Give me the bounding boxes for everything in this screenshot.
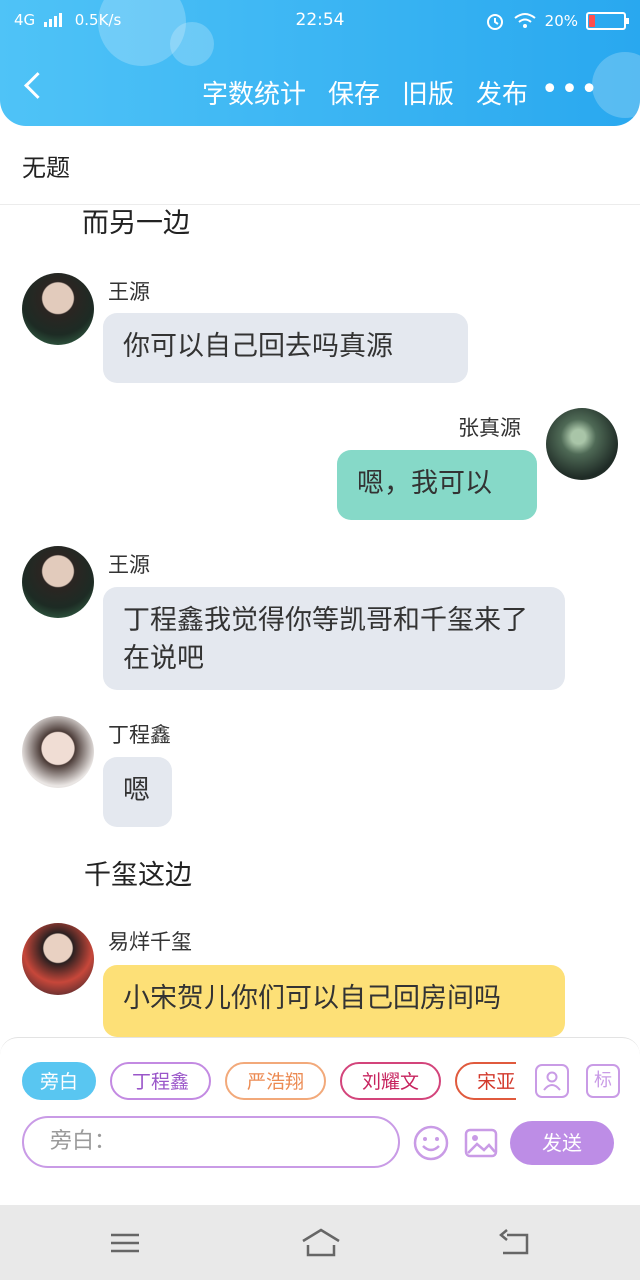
back-nav-icon[interactable]: [497, 1227, 533, 1259]
avatar[interactable]: [22, 716, 94, 788]
home-icon[interactable]: [300, 1227, 342, 1259]
app-header: 4G 0.5K/s 22:54 20% 字数统计 保存 旧版 发布 •••: [0, 0, 640, 126]
sender-name: 王源: [108, 553, 150, 577]
word-count-button[interactable]: 字数统计: [202, 74, 306, 111]
tag-icon[interactable]: 标: [586, 1064, 620, 1098]
header-nav: 字数统计 保存 旧版 发布: [202, 74, 528, 111]
avatar[interactable]: [22, 923, 94, 995]
emoji-icon[interactable]: [412, 1124, 450, 1162]
message-bubble[interactable]: 小宋贺儿你们可以自己回房间吗: [103, 965, 565, 1037]
avatar[interactable]: [22, 546, 94, 618]
status-right: 20%: [485, 11, 629, 31]
status-bar: 4G 0.5K/s 22:54 20%: [0, 8, 640, 36]
send-button[interactable]: 发送: [510, 1121, 614, 1165]
wifi-icon: [514, 13, 536, 28]
alarm-icon: [486, 14, 503, 30]
message-bubble[interactable]: 丁程鑫我觉得你等凯哥和千玺来了在说吧: [103, 587, 565, 690]
sender-name: 王源: [108, 280, 150, 304]
role-chips: 旁白 丁程鑫 严浩翔 刘耀文 宋亚: [22, 1062, 516, 1100]
message-bubble[interactable]: 嗯，我可以: [337, 450, 537, 520]
message-bubble[interactable]: 你可以自己回去吗真源: [103, 313, 468, 383]
message-input[interactable]: 旁白：: [22, 1116, 400, 1168]
role-chip-narrator[interactable]: 旁白: [22, 1062, 97, 1100]
role-chip[interactable]: 严浩翔: [225, 1062, 327, 1100]
role-manage-icon[interactable]: [535, 1064, 569, 1098]
image-icon[interactable]: [464, 1126, 498, 1160]
role-chip[interactable]: 丁程鑫: [110, 1062, 212, 1100]
more-options-icon[interactable]: •••: [541, 72, 600, 107]
battery-icon: [586, 12, 629, 30]
system-nav-bar: [0, 1205, 640, 1280]
save-button[interactable]: 保存: [328, 74, 380, 111]
sender-name: 易烊千玺: [108, 930, 192, 954]
sender-name: 张真源: [458, 416, 521, 440]
publish-button[interactable]: 发布: [476, 74, 528, 111]
doc-title[interactable]: 无题: [22, 148, 70, 183]
back-arrow-icon[interactable]: [22, 74, 44, 96]
sender-name: 丁程鑫: [108, 723, 171, 747]
role-chip[interactable]: 宋亚: [455, 1062, 516, 1100]
narration: 千玺这边: [84, 860, 192, 891]
avatar[interactable]: [22, 273, 94, 345]
title-bar: 无题: [0, 126, 640, 205]
menu-icon[interactable]: [107, 1227, 143, 1259]
role-chip[interactable]: 刘耀文: [340, 1062, 442, 1100]
message-bubble[interactable]: 嗯: [103, 757, 172, 827]
battery-percent: 20%: [544, 12, 578, 30]
avatar[interactable]: [546, 408, 618, 480]
narration: 而另一边: [82, 208, 190, 239]
old-version-button[interactable]: 旧版: [402, 74, 454, 111]
